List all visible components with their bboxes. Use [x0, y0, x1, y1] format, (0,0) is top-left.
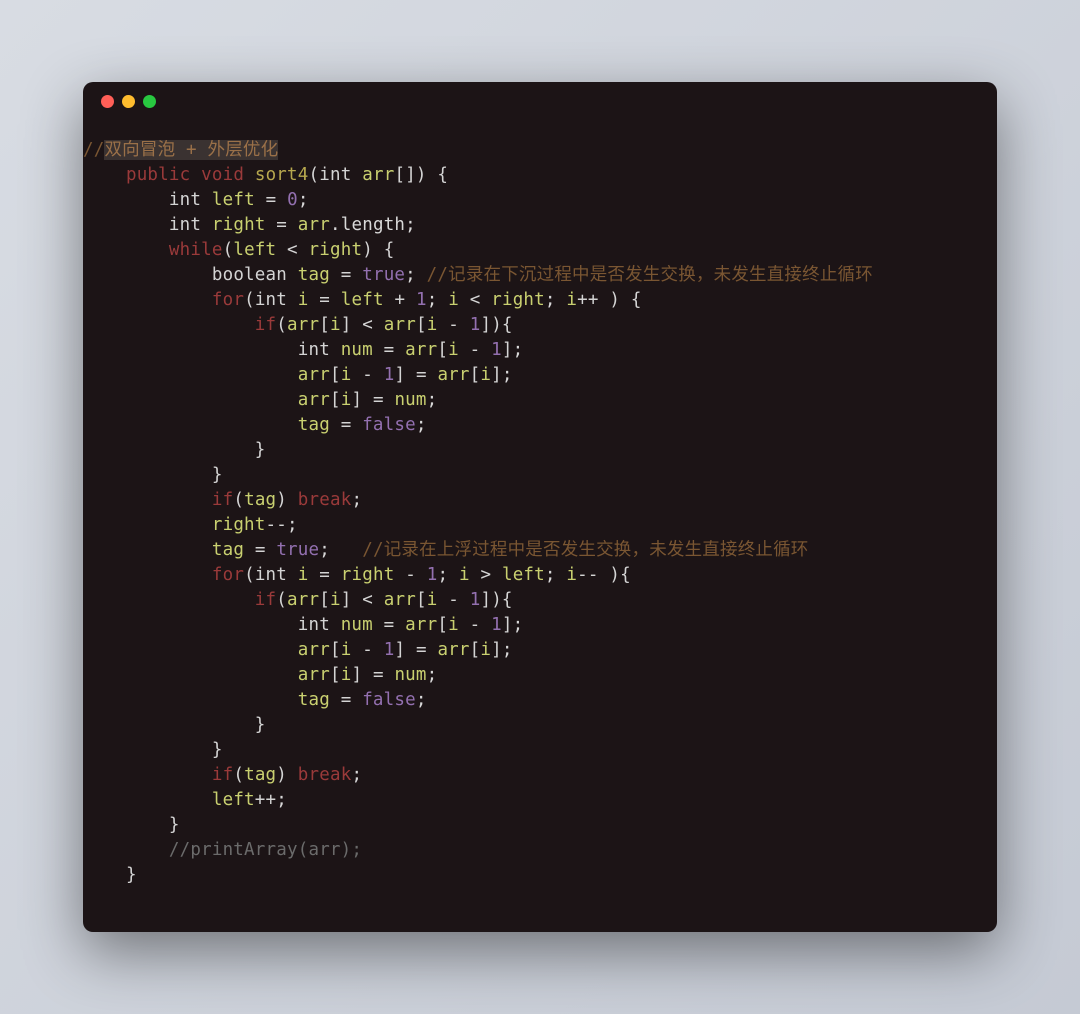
- code-line: arr[i - 1] = arr[i];: [83, 638, 997, 663]
- code-line: if(arr[i] < arr[i - 1]){: [83, 588, 997, 613]
- code-line: for(int i = left + 1; i < right; i++ ) {: [83, 288, 997, 313]
- code-line: tag = false;: [83, 688, 997, 713]
- code-content[interactable]: //双向冒泡 + 外层优化 public void sort4(int arr[…: [83, 120, 997, 888]
- code-line: left++;: [83, 788, 997, 813]
- code-line: }: [83, 813, 997, 838]
- code-line: arr[i] = num;: [83, 388, 997, 413]
- code-window: //双向冒泡 + 外层优化 public void sort4(int arr[…: [83, 82, 997, 932]
- code-line: while(left < right) {: [83, 238, 997, 263]
- code-line: }: [83, 738, 997, 763]
- code-line: int left = 0;: [83, 188, 997, 213]
- zoom-icon[interactable]: [143, 95, 156, 108]
- code-line: if(tag) break;: [83, 763, 997, 788]
- code-line: tag = false;: [83, 413, 997, 438]
- code-line: //双向冒泡 + 外层优化: [83, 138, 997, 163]
- code-line: }: [83, 863, 997, 888]
- code-line: }: [83, 463, 997, 488]
- code-line: tag = true; //记录在上浮过程中是否发生交换，未发生直接终止循环: [83, 538, 997, 563]
- minimize-icon[interactable]: [122, 95, 135, 108]
- code-line: //printArray(arr);: [83, 838, 997, 863]
- code-line: arr[i - 1] = arr[i];: [83, 363, 997, 388]
- code-line: }: [83, 713, 997, 738]
- code-line: boolean tag = true; //记录在下沉过程中是否发生交换，未发生…: [83, 263, 997, 288]
- code-line: if(tag) break;: [83, 488, 997, 513]
- code-line: right--;: [83, 513, 997, 538]
- code-line: int num = arr[i - 1];: [83, 613, 997, 638]
- code-line: arr[i] = num;: [83, 663, 997, 688]
- code-line: int num = arr[i - 1];: [83, 338, 997, 363]
- code-line: int right = arr.length;: [83, 213, 997, 238]
- code-line: if(arr[i] < arr[i - 1]){: [83, 313, 997, 338]
- close-icon[interactable]: [101, 95, 114, 108]
- window-titlebar: [83, 82, 997, 120]
- code-line: for(int i = right - 1; i > left; i-- ){: [83, 563, 997, 588]
- code-line: public void sort4(int arr[]) {: [83, 163, 997, 188]
- code-line: }: [83, 438, 997, 463]
